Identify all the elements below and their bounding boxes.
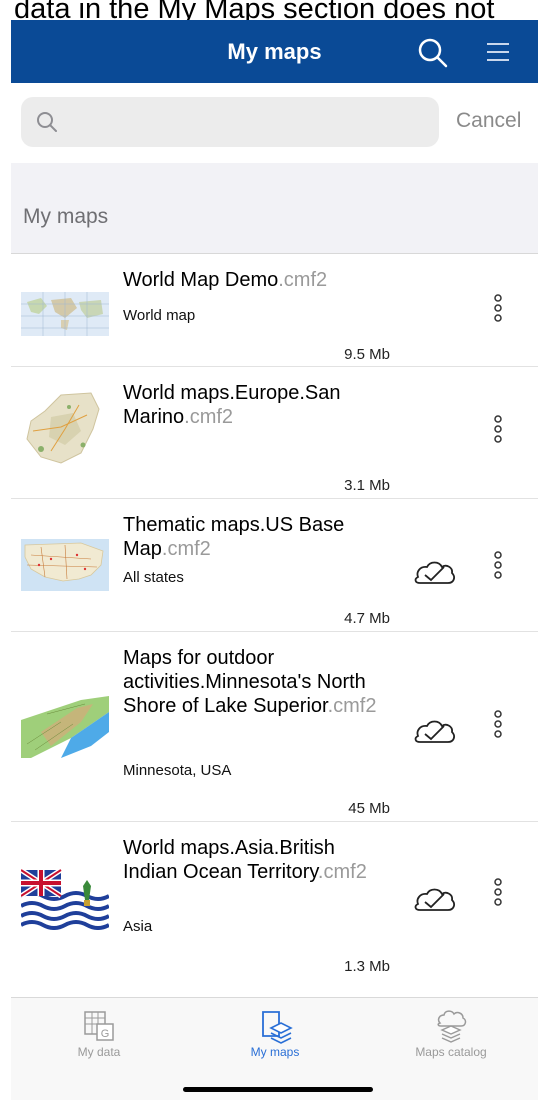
svg-text:G: G	[101, 1028, 110, 1040]
map-name: Maps for outdoor activities.Minnesota's …	[123, 646, 393, 718]
map-extension: .cmf2	[184, 406, 234, 428]
map-extension: .cmf2	[161, 538, 211, 560]
more-options-icon[interactable]	[489, 290, 507, 330]
cloud-synced-icon[interactable]	[408, 714, 458, 748]
list-item[interactable]: Maps for outdoor activities.Minnesota's …	[11, 631, 538, 821]
tab-my-data[interactable]: G My data	[11, 998, 187, 1068]
list-item[interactable]: World maps.Europe.San Marino.cmf2 3.1 Mb	[11, 366, 538, 498]
maps-catalog-icon	[437, 1010, 467, 1043]
cloud-synced-icon[interactable]	[408, 882, 458, 916]
list-item[interactable]: World maps.Asia.British Indian Ocean Ter…	[11, 821, 538, 975]
search-field-icon	[37, 112, 57, 132]
map-name-text: World maps.Asia.British Indian Ocean Ter…	[123, 837, 335, 883]
more-options-icon[interactable]	[489, 411, 507, 451]
more-options-icon[interactable]	[489, 874, 507, 914]
cloud-synced-icon[interactable]	[408, 555, 458, 589]
map-size: 4.7 Mb	[344, 610, 390, 627]
map-thumbnail	[21, 692, 109, 762]
menu-icon[interactable]	[481, 35, 515, 69]
map-name: World Map Demo.cmf2	[123, 268, 393, 292]
map-name-text: World Map Demo	[123, 269, 279, 291]
section-title: My maps	[23, 205, 109, 228]
map-name: World maps.Asia.British Indian Ocean Ter…	[123, 836, 393, 884]
app-header: My maps	[11, 20, 538, 83]
list-item[interactable]: Thematic maps.US Base Map.cmf2 All state…	[11, 498, 538, 631]
map-size: 3.1 Mb	[344, 477, 390, 494]
search-icon[interactable]	[413, 33, 453, 73]
my-maps-icon	[262, 1011, 293, 1044]
home-indicator	[183, 1087, 373, 1092]
tab-bar: G My data My maps Maps catalog	[11, 997, 538, 1100]
map-thumbnail	[21, 867, 109, 930]
page-title: My maps	[227, 39, 322, 64]
map-extension: .cmf2	[278, 269, 328, 291]
map-size: 9.5 Mb	[344, 346, 390, 363]
search-input[interactable]	[69, 105, 419, 139]
map-size: 1.3 Mb	[344, 958, 390, 975]
map-size: 45 Mb	[348, 800, 390, 817]
map-thumbnail	[21, 539, 109, 591]
search-field[interactable]	[21, 97, 439, 147]
map-description: World map	[123, 307, 196, 324]
more-options-icon[interactable]	[489, 547, 507, 587]
map-name: World maps.Europe.San Marino.cmf2	[123, 381, 393, 429]
tab-label: My maps	[250, 1045, 300, 1059]
tab-label: Maps catalog	[415, 1045, 487, 1059]
map-description: Minnesota, USA	[123, 762, 232, 779]
map-name: Thematic maps.US Base Map.cmf2	[123, 513, 393, 561]
map-extension: .cmf2	[317, 861, 367, 883]
map-thumbnail	[26, 392, 100, 464]
tab-maps-catalog[interactable]: Maps catalog	[363, 998, 538, 1068]
maps-list: World Map Demo.cmf2 World map 9.5 Mb Wor…	[11, 253, 538, 975]
map-description: Asia	[123, 918, 153, 935]
list-item[interactable]: World Map Demo.cmf2 World map 9.5 Mb	[11, 253, 538, 366]
map-description: All states	[123, 569, 184, 586]
tab-label: My data	[77, 1045, 121, 1059]
map-thumbnail	[21, 292, 109, 336]
more-options-icon[interactable]	[489, 706, 507, 746]
my-data-icon: G	[84, 1011, 114, 1041]
map-extension: .cmf2	[327, 695, 377, 717]
tab-my-maps[interactable]: My maps	[187, 998, 363, 1068]
search-bar: Cancel	[11, 83, 538, 163]
map-name-text: Thematic maps.US Base Map	[123, 514, 345, 560]
cancel-button[interactable]: Cancel	[456, 109, 521, 133]
